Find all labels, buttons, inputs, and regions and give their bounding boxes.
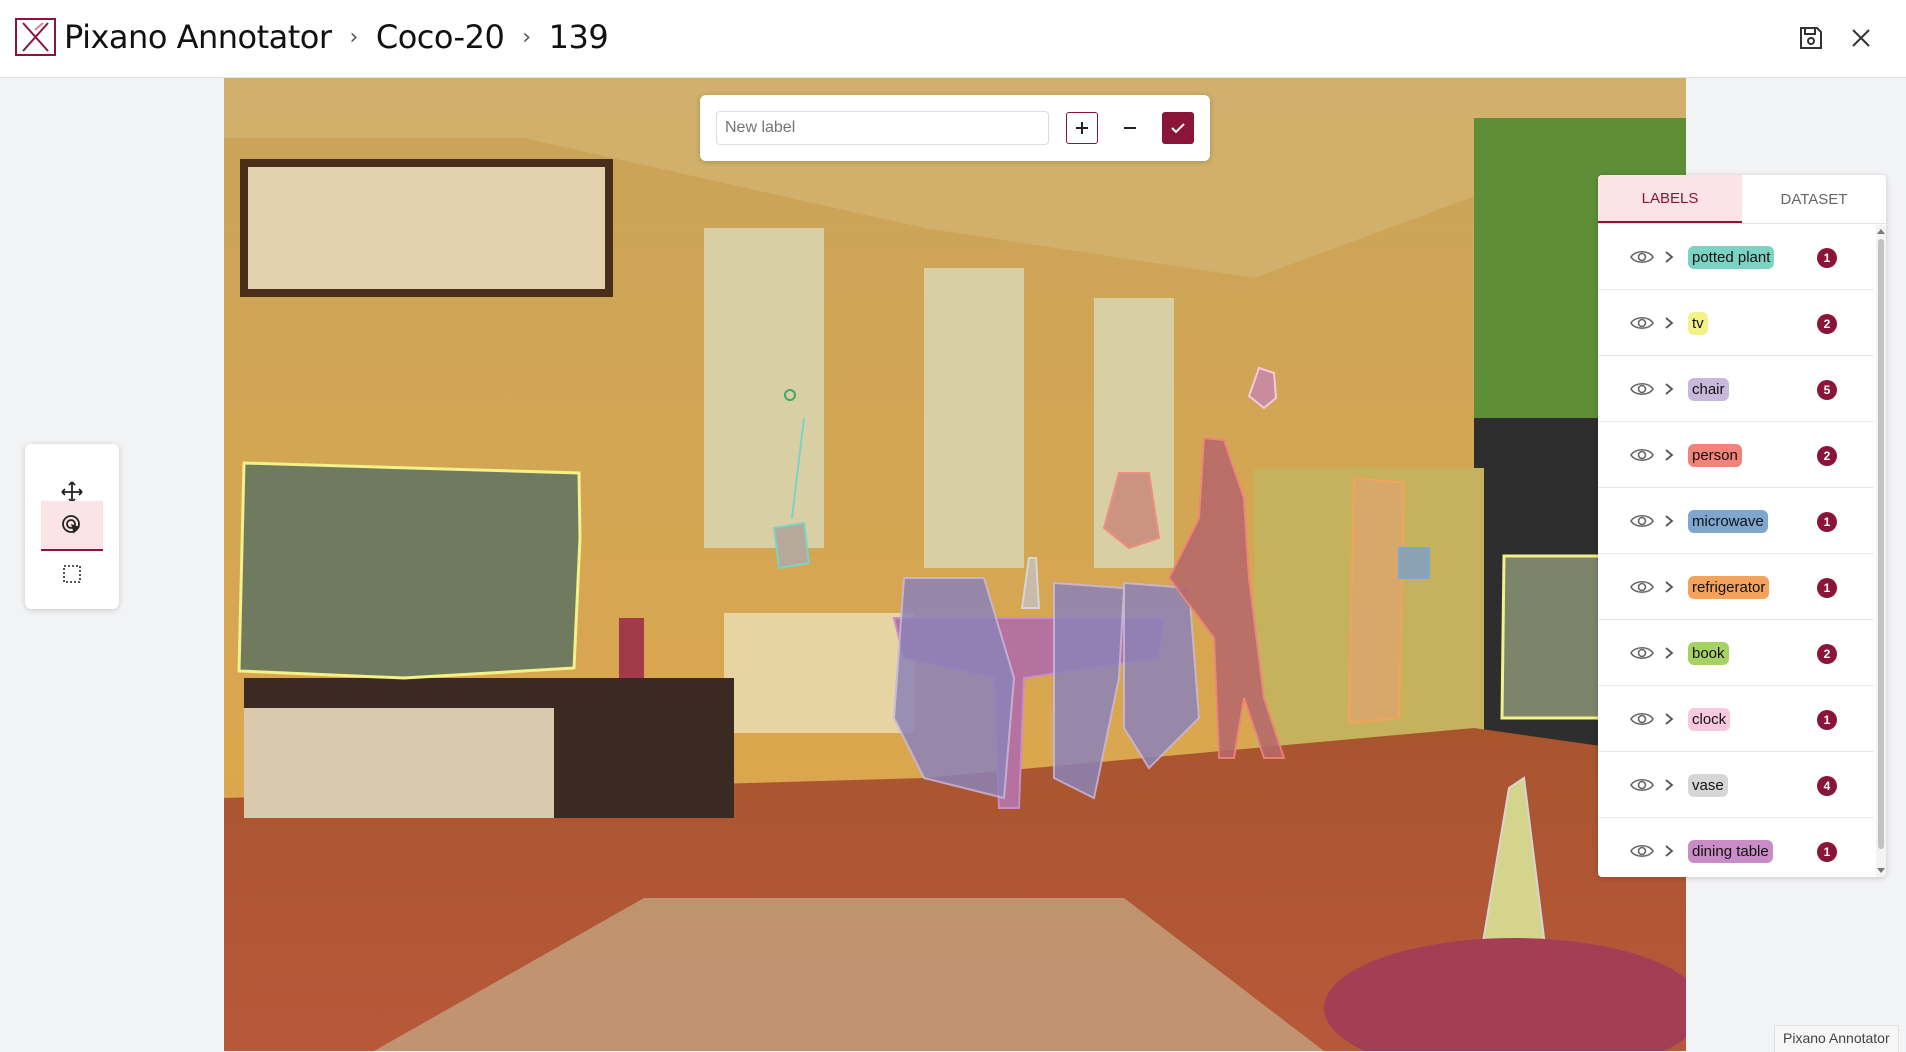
add-point-button[interactable] [1066, 112, 1098, 144]
label-row[interactable]: microwave 1 [1598, 489, 1874, 554]
eye-icon[interactable] [1630, 377, 1654, 401]
tab-dataset[interactable]: DATASET [1742, 175, 1886, 223]
move-icon [61, 481, 83, 503]
chevron-right-icon[interactable] [1662, 313, 1676, 333]
chevron-right-icon[interactable] [1662, 379, 1676, 399]
label-row[interactable]: refrigerator 1 [1598, 555, 1874, 620]
room-image [224, 78, 1686, 1051]
labels-panel: LABELS DATASET potted plant 1 tv 2 chair 5 per… [1598, 175, 1886, 877]
cursor-target-icon [62, 515, 80, 534]
chevron-right-icon[interactable] [1662, 775, 1676, 795]
app-header: Pixano Annotator › Coco-20 › 139 [0, 0, 1906, 78]
eye-icon[interactable] [1630, 839, 1654, 863]
minus-icon [1124, 127, 1136, 129]
dashed-rectangle-icon [63, 565, 81, 583]
label-row[interactable]: dining table 1 [1598, 819, 1874, 877]
eye-icon[interactable] [1630, 443, 1654, 467]
save-icon [1800, 27, 1822, 49]
label-list-scrollbar[interactable] [1876, 225, 1886, 877]
label-row[interactable]: tv 2 [1598, 291, 1874, 356]
label-count-badge: 1 [1817, 512, 1837, 532]
check-icon [1171, 123, 1185, 134]
tool-palette [25, 444, 119, 609]
eye-icon[interactable] [1630, 245, 1654, 269]
eye-icon[interactable] [1630, 575, 1654, 599]
chevron-right-icon[interactable] [1662, 511, 1676, 531]
panel-tabs: LABELS DATASET [1598, 175, 1886, 224]
annotation-canvas[interactable] [224, 78, 1686, 1051]
validate-button[interactable] [1162, 112, 1194, 144]
label-count-badge: 4 [1817, 776, 1837, 796]
chevron-right-icon[interactable] [1662, 577, 1676, 597]
remove-point-button[interactable] [1114, 112, 1146, 144]
label-row[interactable]: person 2 [1598, 423, 1874, 488]
rectangle-tool[interactable] [41, 550, 103, 598]
label-count-badge: 1 [1817, 248, 1837, 268]
label-chip: dining table [1688, 840, 1773, 863]
label-chip: refrigerator [1688, 576, 1770, 599]
label-row[interactable]: potted plant 1 [1598, 225, 1874, 290]
chevron-right-icon[interactable] [1662, 643, 1676, 663]
label-chip: clock [1688, 708, 1731, 731]
close-icon [1852, 29, 1870, 47]
eye-icon[interactable] [1630, 773, 1654, 797]
chevron-right-icon[interactable] [1662, 709, 1676, 729]
label-count-badge: 2 [1817, 446, 1837, 466]
label-count-badge: 1 [1817, 842, 1837, 862]
breadcrumb-separator: › [522, 24, 531, 50]
label-chip: person [1688, 444, 1742, 467]
save-button[interactable] [1795, 22, 1827, 54]
label-row[interactable]: clock 1 [1598, 687, 1874, 752]
label-count-badge: 5 [1817, 380, 1837, 400]
label-count-badge: 1 [1817, 578, 1837, 598]
label-row[interactable]: book 2 [1598, 621, 1874, 686]
label-row[interactable]: vase 4 [1598, 753, 1874, 818]
plus-icon [1076, 122, 1088, 134]
breadcrumb-separator: › [349, 24, 359, 50]
eye-icon[interactable] [1630, 509, 1654, 533]
label-row[interactable]: chair 5 [1598, 357, 1874, 422]
smart-select-tool[interactable] [41, 501, 103, 551]
breadcrumb-item: 139 [548, 18, 609, 56]
label-chip: microwave [1688, 510, 1768, 533]
label-chip: vase [1688, 774, 1728, 797]
breadcrumb-app[interactable]: Pixano Annotator [64, 18, 332, 56]
chevron-right-icon[interactable] [1662, 445, 1676, 465]
close-button[interactable] [1845, 22, 1877, 54]
tab-labels[interactable]: LABELS [1598, 175, 1742, 223]
breadcrumb: Pixano Annotator › Coco-20 › 139 [64, 16, 609, 58]
new-label-bar [700, 95, 1210, 161]
chevron-right-icon[interactable] [1662, 247, 1676, 267]
eye-icon[interactable] [1630, 311, 1654, 335]
label-chip: chair [1688, 378, 1729, 401]
label-list: potted plant 1 tv 2 chair 5 person 2 microwave 1 r… [1598, 225, 1874, 877]
app-footer-tag: Pixano Annotator [1774, 1025, 1899, 1052]
label-count-badge: 2 [1817, 314, 1837, 334]
label-chip: book [1688, 642, 1729, 665]
new-label-input[interactable] [716, 111, 1049, 145]
label-count-badge: 1 [1817, 710, 1837, 730]
chevron-right-icon[interactable] [1662, 841, 1676, 861]
eye-icon[interactable] [1630, 641, 1654, 665]
label-count-badge: 2 [1817, 644, 1837, 664]
eye-icon[interactable] [1630, 707, 1654, 731]
breadcrumb-dataset[interactable]: Coco-20 [376, 18, 505, 56]
label-chip: potted plant [1688, 246, 1775, 269]
label-chip: tv [1688, 312, 1708, 335]
pixano-logo [15, 18, 56, 56]
